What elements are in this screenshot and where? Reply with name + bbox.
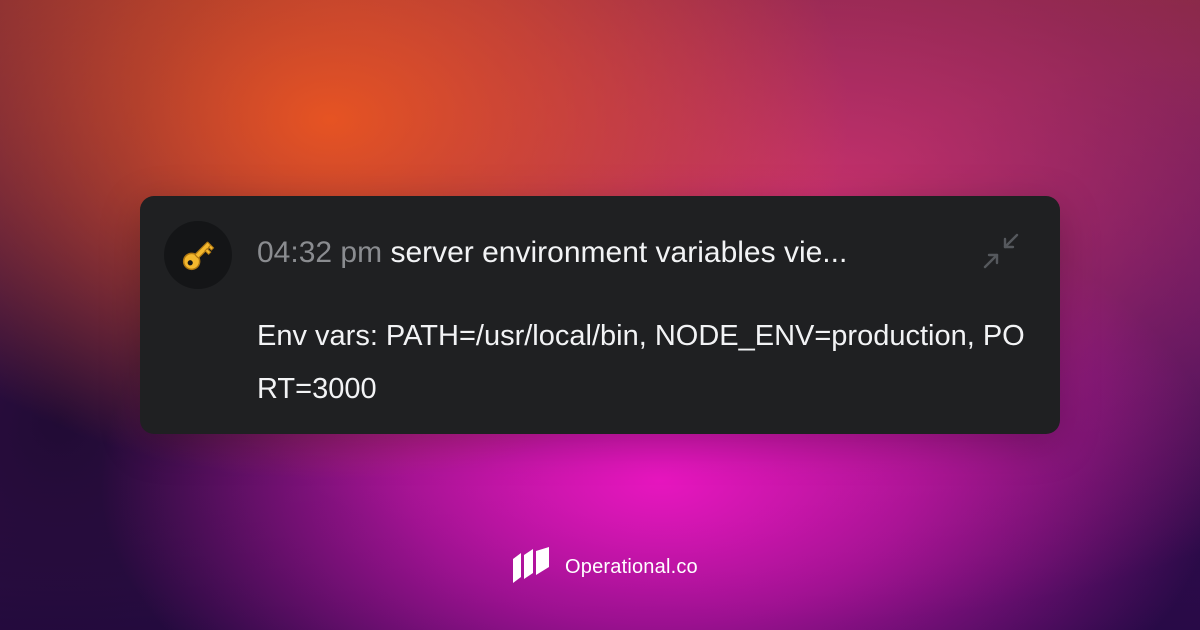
brand-name: Operational.co xyxy=(565,555,698,578)
key-icon xyxy=(178,235,218,275)
collapse-button[interactable] xyxy=(980,232,1022,274)
brand-footer: Operational.co xyxy=(511,546,698,588)
notification-header: 04:32 pm server environment variables vi… xyxy=(257,233,957,273)
collapse-arrows-icon xyxy=(981,231,1021,276)
notification-time: 04:32 pm xyxy=(257,236,383,269)
notification-card: 04:32 pm server environment variables vi… xyxy=(140,196,1060,434)
notification-message: Env vars: PATH=/usr/local/bin, NODE_ENV=… xyxy=(257,320,1025,405)
operational-logo-icon xyxy=(511,546,551,588)
notification-avatar xyxy=(164,221,232,289)
notification-title: server environment variables vie... xyxy=(390,236,848,269)
